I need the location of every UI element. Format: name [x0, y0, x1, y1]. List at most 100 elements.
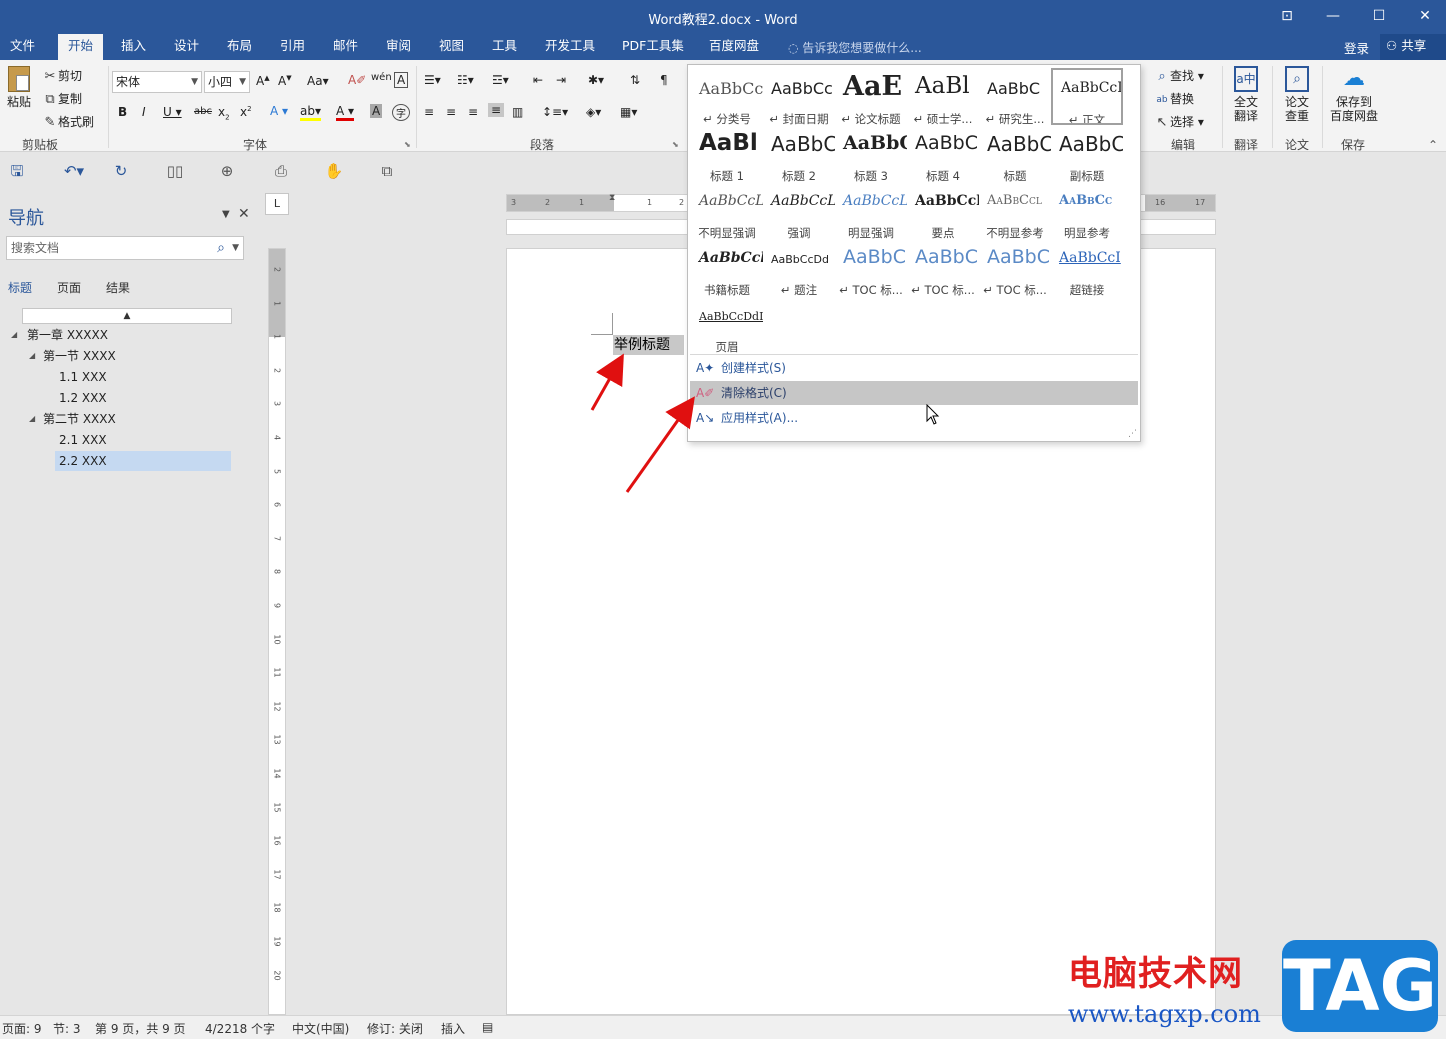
format-painter-button[interactable]: ✎ 格式刷: [42, 113, 94, 130]
style-item[interactable]: AaBbCcDdI 页眉: [691, 297, 763, 354]
borders-icon[interactable]: ▦▾: [620, 105, 637, 119]
style-item[interactable]: AaBbCc ↵ 分类号: [691, 69, 763, 126]
expand-triangle-icon[interactable]: ◢: [11, 330, 17, 339]
minimize-button[interactable]: —: [1320, 6, 1346, 26]
close-icon[interactable]: ✕: [238, 206, 250, 222]
change-case-icon[interactable]: Aa▾: [307, 74, 329, 88]
status-insert-mode[interactable]: 插入: [441, 1020, 465, 1037]
nav-tab-headings[interactable]: 标题: [8, 279, 32, 296]
heading-item[interactable]: 1.2 XXX: [59, 388, 227, 408]
status-page-of[interactable]: 第 9 页，共 9 页: [95, 1020, 186, 1037]
style-item[interactable]: AaBbC 副标题: [1051, 126, 1123, 183]
search-icon[interactable]: ⌕: [217, 237, 225, 259]
highlight-icon[interactable]: ab▾: [300, 104, 321, 121]
maximize-button[interactable]: ☐: [1366, 6, 1392, 26]
pane-options-icon[interactable]: ▼: [222, 209, 230, 220]
paste-button[interactable]: 粘贴: [4, 66, 34, 109]
superscript-icon[interactable]: x2: [240, 105, 252, 119]
style-item-selected[interactable]: AaBbCcI ↵ 正文: [1051, 68, 1123, 125]
heading-item[interactable]: 第一章 XXXXX: [27, 325, 227, 345]
distributed-icon[interactable]: ▥: [512, 105, 523, 119]
decrease-indent-icon[interactable]: ⇤: [533, 73, 543, 87]
justify-icon[interactable]: ≡: [488, 103, 505, 117]
style-item[interactable]: AaBbC ↵ TOC 标...: [979, 240, 1051, 297]
character-border-icon[interactable]: A: [394, 72, 409, 88]
chevron-down-icon[interactable]: ▼: [232, 237, 239, 259]
close-button[interactable]: ✕: [1412, 6, 1438, 26]
align-center-icon[interactable]: ≡: [446, 105, 456, 119]
tab-developer[interactable]: 开发工具: [535, 34, 605, 60]
find-button[interactable]: ⌕ 查找 ▾: [1154, 67, 1204, 84]
style-item[interactable]: AaBbC 标题 2: [763, 126, 835, 183]
redo-icon[interactable]: ↻: [110, 162, 132, 180]
tab-selector[interactable]: L: [265, 193, 289, 215]
nav-tab-results[interactable]: 结果: [106, 279, 130, 296]
create-style-menu-item[interactable]: A✦ 创建样式(S): [690, 356, 1138, 380]
style-item[interactable]: AaBbCcL 强调: [763, 183, 835, 240]
paragraph-dialog-launcher-icon[interactable]: ⬊: [672, 140, 679, 149]
style-item[interactable]: AaBbC 标题 3: [835, 126, 907, 183]
heading-item[interactable]: 第二节 XXXX: [43, 409, 227, 429]
heading-item-selected[interactable]: 2.2 XXX: [55, 451, 231, 471]
cut-button[interactable]: ✂ 剪切: [42, 67, 82, 84]
shrink-font-icon[interactable]: A▼: [278, 74, 292, 88]
copy-button[interactable]: ⧉ 复制: [42, 90, 82, 107]
select-button[interactable]: ↖ 选择 ▾: [1154, 113, 1204, 130]
heading-item[interactable]: 1.1 XXX: [59, 367, 227, 387]
style-item[interactable]: AaBl 标题 1: [691, 126, 763, 183]
expand-triangle-icon[interactable]: ◢: [29, 351, 35, 360]
subscript-icon[interactable]: x2: [218, 105, 230, 121]
shading-icon[interactable]: ◈▾: [586, 105, 601, 119]
font-size-select[interactable]: 小四 ▼: [204, 71, 250, 93]
align-right-icon[interactable]: ≡: [468, 105, 478, 119]
style-item[interactable]: AaBbCcl 要点: [907, 183, 979, 240]
reading-mode-icon[interactable]: ▯▯: [164, 162, 186, 180]
character-shading-icon[interactable]: A: [370, 104, 383, 118]
collapse-ribbon-icon[interactable]: ⌃: [1428, 138, 1438, 152]
save-to-baidu-button[interactable]: ☁ 保存到 百度网盘: [1326, 66, 1382, 123]
tell-me-search[interactable]: ◌ 告诉我您想要做什么...: [788, 39, 922, 56]
style-item[interactable]: AaBbCc ↵ 封面日期: [763, 69, 835, 126]
increase-indent-icon[interactable]: ⇥: [556, 73, 566, 87]
font-dialog-launcher-icon[interactable]: ⬊: [404, 140, 411, 149]
bullets-icon[interactable]: ☰▾: [424, 73, 441, 87]
sort-icon[interactable]: ⇅: [630, 73, 640, 87]
tab-baidu-netdisk[interactable]: 百度网盘: [699, 34, 769, 60]
clear-formatting-menu-item[interactable]: A✐ 清除格式(C): [690, 381, 1138, 405]
collapse-all-bar[interactable]: ▲: [22, 308, 232, 324]
style-item[interactable]: AaBbCcl 不明显参考: [979, 183, 1051, 240]
font-color-icon[interactable]: A ▾: [336, 104, 355, 121]
style-item[interactable]: AaBbCcl 书籍标题: [691, 240, 763, 297]
tab-review[interactable]: 审阅: [376, 34, 421, 60]
search-input[interactable]: 搜索文档 ⌕ ▼: [6, 236, 244, 260]
heading-item[interactable]: 第一节 XXXX: [43, 346, 227, 366]
numbering-icon[interactable]: ☷▾: [457, 73, 474, 87]
login-link[interactable]: 登录: [1344, 38, 1369, 57]
ribbon-display-options-icon[interactable]: ⊡: [1274, 6, 1300, 26]
style-item[interactable]: AaE ↵ 论文标题: [835, 69, 907, 126]
style-item[interactable]: AaBbCcDd ↵ 题注: [763, 240, 835, 297]
tab-file[interactable]: 文件: [0, 34, 45, 60]
status-language[interactable]: 中文(中国): [292, 1020, 349, 1037]
bold-icon[interactable]: B: [118, 105, 127, 119]
align-left-icon[interactable]: ≡: [424, 105, 434, 119]
share-button[interactable]: ⚇ 共享: [1380, 34, 1446, 60]
underline-icon[interactable]: U ▾: [163, 105, 182, 119]
macro-record-icon[interactable]: ▤: [482, 1020, 493, 1034]
multilevel-list-icon[interactable]: ☲▾: [492, 73, 509, 87]
apply-styles-menu-item[interactable]: A↘ 应用样式(A)...: [690, 406, 1138, 430]
selected-heading-text[interactable]: 举例标题: [613, 335, 684, 355]
strikethrough-icon[interactable]: abc: [194, 106, 212, 117]
full-text-translate-button[interactable]: a中 全文 翻译: [1227, 66, 1265, 123]
print-preview-icon[interactable]: ⎙: [270, 162, 292, 180]
tab-references[interactable]: 引用: [270, 34, 315, 60]
status-section[interactable]: 节: 3: [53, 1020, 81, 1037]
font-name-select[interactable]: 宋体 ▼: [112, 71, 202, 93]
text-effects-icon[interactable]: A ▾: [270, 104, 288, 118]
tab-home[interactable]: 开始: [58, 34, 104, 60]
tab-mailings[interactable]: 邮件: [323, 34, 368, 60]
style-item[interactable]: AaBbC ↵ 研究生...: [979, 69, 1051, 126]
clear-formatting-icon[interactable]: A✐: [348, 73, 366, 87]
style-item[interactable]: AaBbC 标题: [979, 126, 1051, 183]
undo-icon[interactable]: ↶▾: [58, 162, 90, 180]
